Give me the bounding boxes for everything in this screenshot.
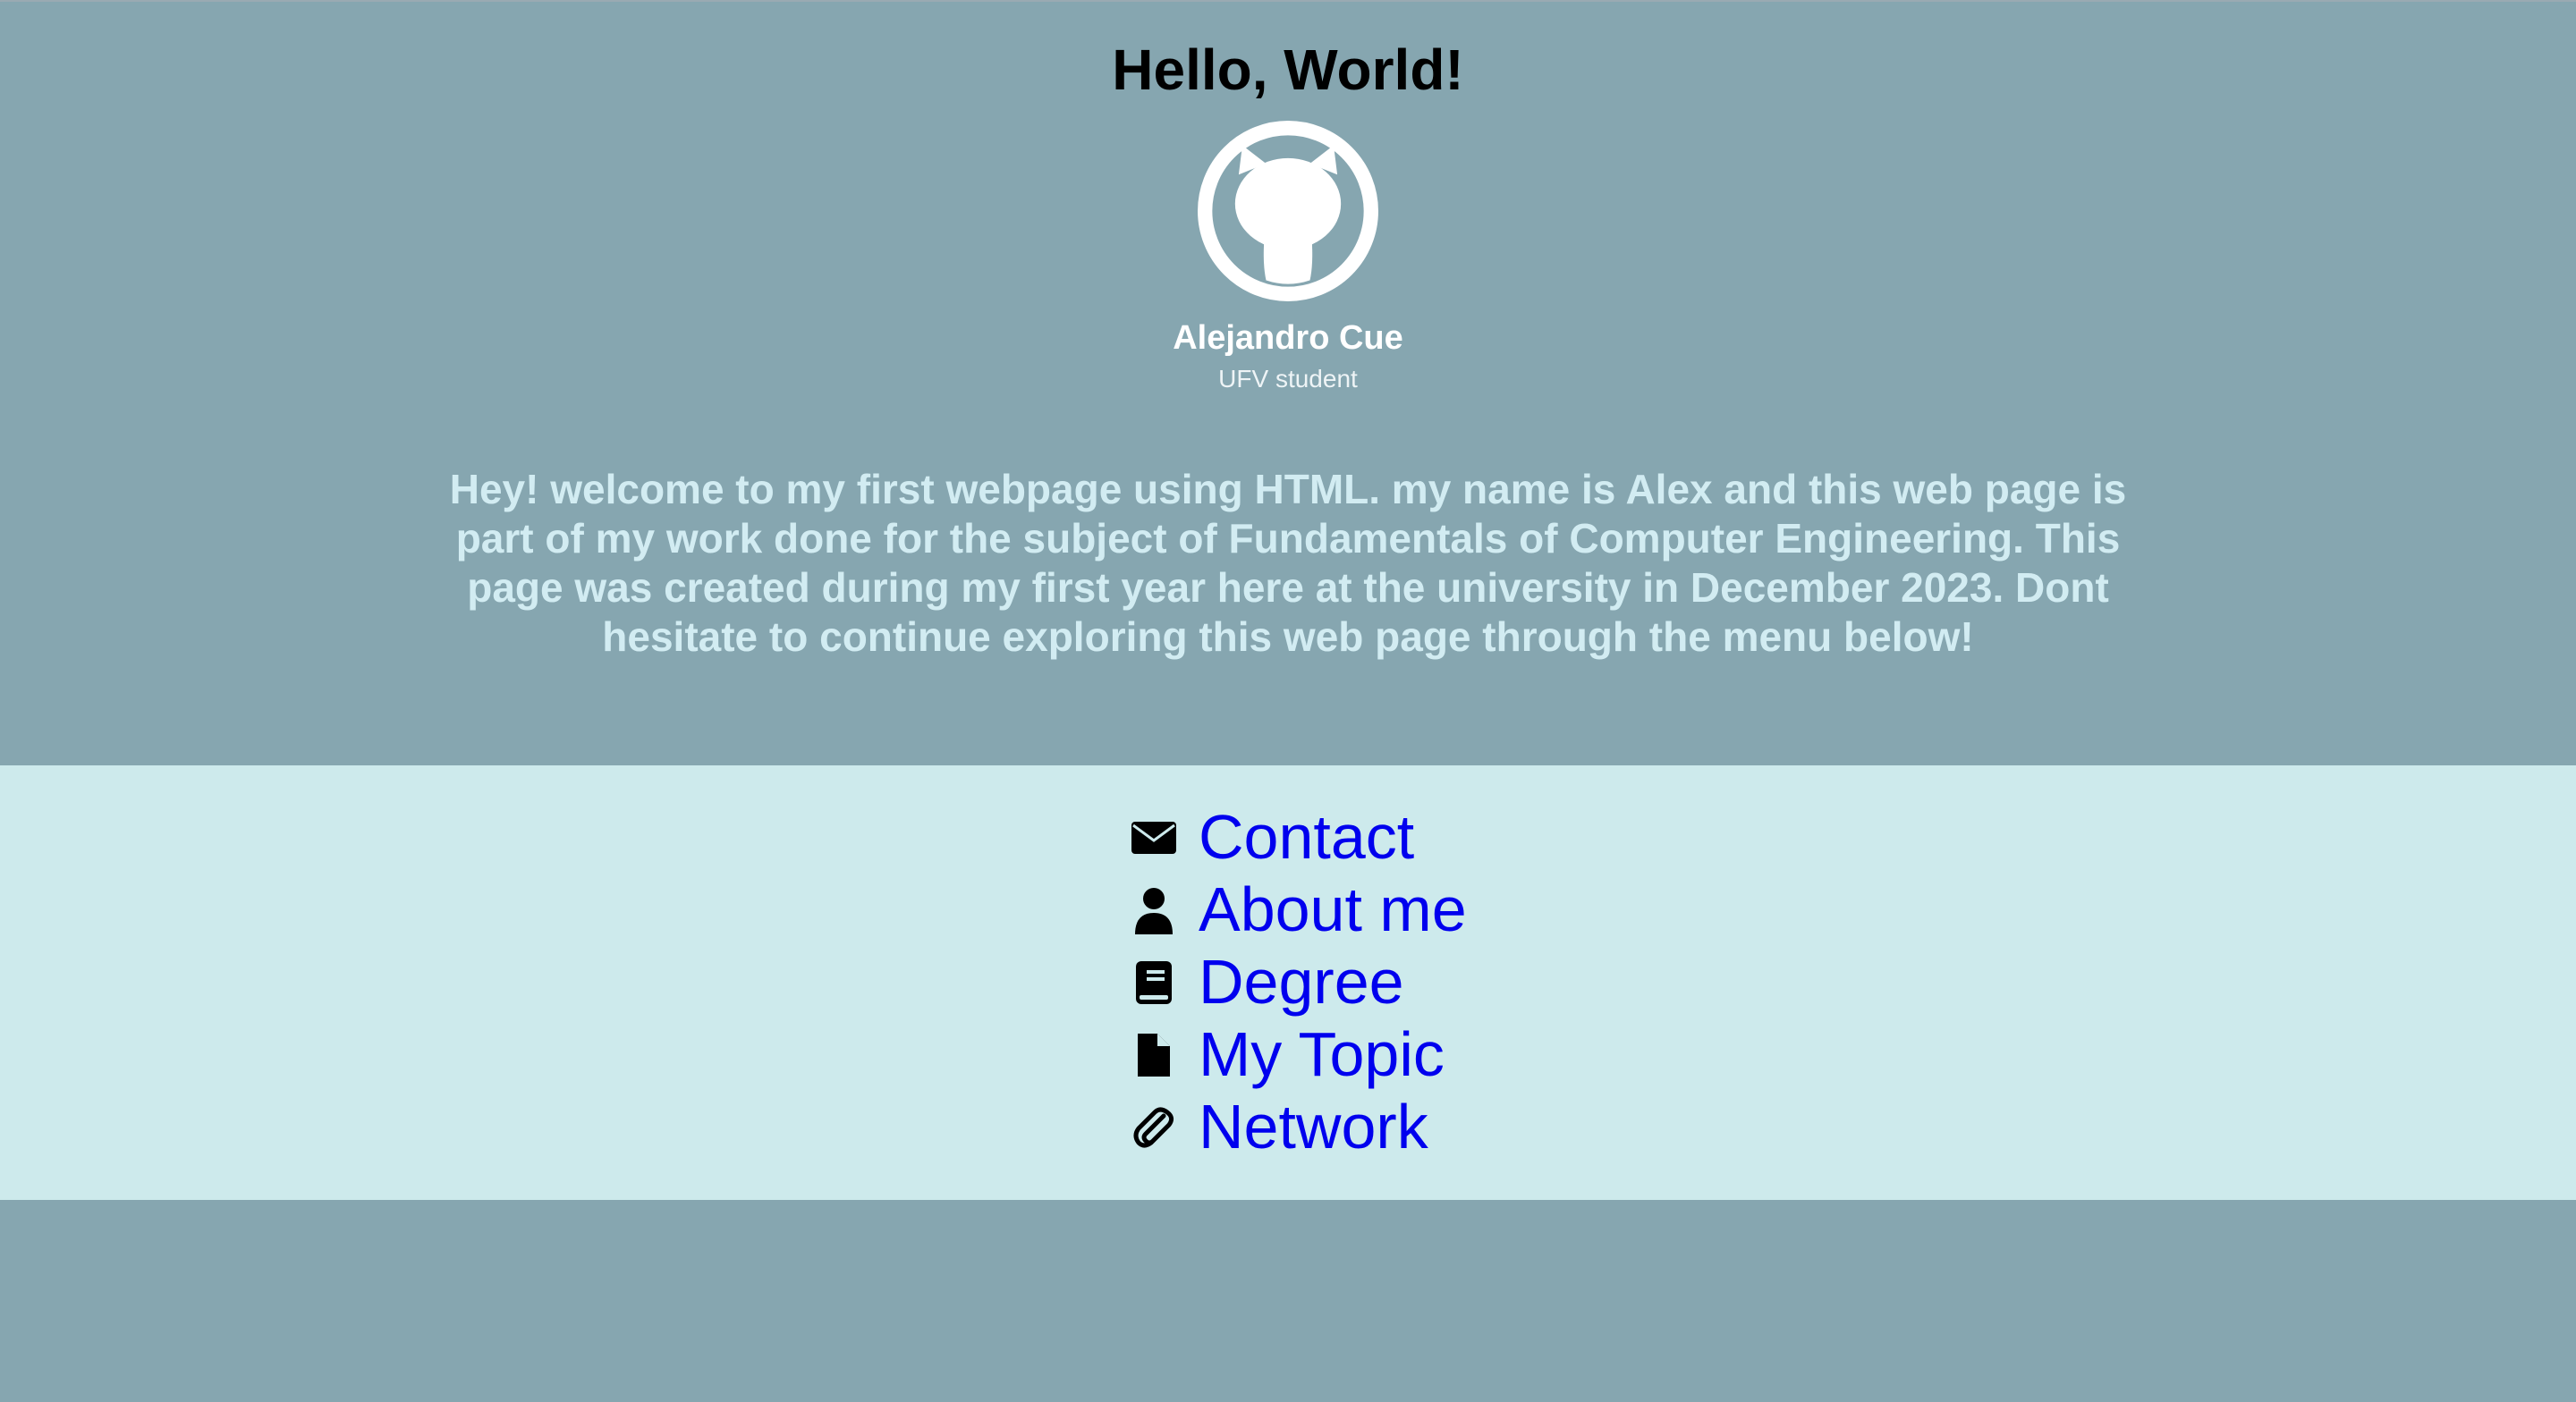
contact-link[interactable]: Contact [1199,801,1414,874]
envelope-icon [1127,811,1181,865]
user-icon [1127,883,1181,937]
menu-band: Contact About me Degree My Topic Network [0,765,2576,1200]
degree-link[interactable]: Degree [1199,946,1404,1018]
menu-item-my-topic[interactable]: My Topic [1127,1018,1467,1091]
file-icon [1127,1028,1181,1082]
about-me-link[interactable]: About me [1199,874,1467,946]
menu-list: Contact About me Degree My Topic Network [1127,801,1467,1163]
github-octocat-icon [1198,121,1378,301]
intro-text: Hey! welcome to my first webpage using H… [449,466,2127,660]
my-topic-link[interactable]: My Topic [1199,1018,1445,1091]
paperclip-icon [1127,1101,1181,1154]
book-icon [1127,956,1181,1009]
menu-item-network[interactable]: Network [1127,1091,1467,1163]
network-link[interactable]: Network [1199,1091,1428,1163]
profile-name: Alejandro Cue [1173,319,1403,357]
header: Hello, World! Alejandro Cue UFV student … [0,0,2576,765]
menu-item-degree[interactable]: Degree [1127,946,1467,1018]
menu-item-contact[interactable]: Contact [1127,801,1467,874]
profile-role: UFV student [1218,365,1358,393]
page-title: Hello, World! [1112,38,1464,102]
menu-item-about-me[interactable]: About me [1127,874,1467,946]
